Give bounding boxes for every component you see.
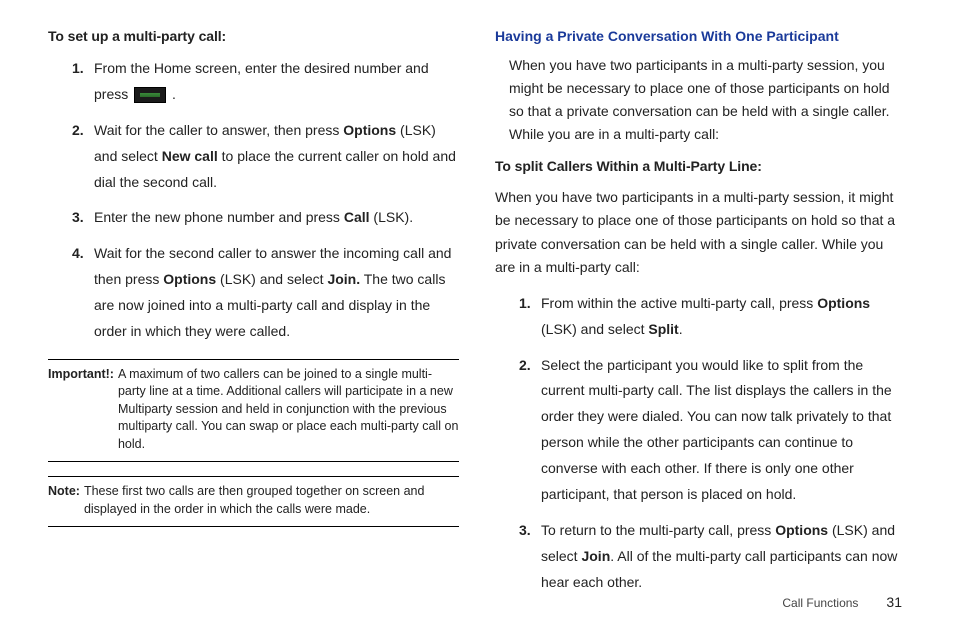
split-step-2: Select the participant you would like to… [519, 353, 906, 508]
join-label-2: Join [581, 548, 610, 564]
split-1-c: (LSK) and select [541, 321, 648, 337]
split-3-a: To return to the multi-party call, press [541, 522, 775, 538]
note-body: These first two calls are then grouped t… [84, 483, 459, 518]
important-rule-top [48, 359, 459, 360]
split-1-a: From within the active multi-party call,… [541, 295, 817, 311]
important-body: A maximum of two callers can be joined t… [118, 366, 459, 454]
call-button-icon [134, 87, 166, 103]
step-2: Wait for the caller to answer, then pres… [72, 118, 459, 196]
setup-steps: From the Home screen, enter the desired … [72, 56, 459, 345]
note-block: Note: These first two calls are then gro… [48, 483, 459, 518]
step-3-text-c: (LSK). [370, 209, 414, 225]
options-label-2: Options [163, 271, 216, 287]
split-step-1: From within the active multi-party call,… [519, 291, 906, 343]
call-label: Call [344, 209, 370, 225]
options-label-3: Options [817, 295, 870, 311]
private-convo-heading: Having a Private Conversation With One P… [495, 28, 906, 44]
new-call-label: New call [162, 148, 218, 164]
options-label: Options [343, 122, 396, 138]
right-column: Having a Private Conversation With One P… [495, 28, 906, 606]
page-footer: Call Functions 31 [782, 594, 902, 610]
step-1-text-b: . [168, 86, 176, 102]
footer-page-number: 31 [886, 594, 902, 610]
important-rule-bottom [48, 461, 459, 462]
important-label: Important!: [48, 366, 118, 454]
note-rule-bottom [48, 526, 459, 527]
split-step-3: To return to the multi-party call, press… [519, 518, 906, 596]
split-label: Split [648, 321, 678, 337]
step-3: Enter the new phone number and press Cal… [72, 205, 459, 231]
footer-section: Call Functions [782, 596, 858, 610]
split-intro: When you have two participants in a mult… [495, 186, 906, 278]
step-4-text-c: (LSK) and select [216, 271, 327, 287]
step-1: From the Home screen, enter the desired … [72, 56, 459, 108]
join-label: Join. [327, 271, 360, 287]
split-steps: From within the active multi-party call,… [519, 291, 906, 596]
step-2-text-a: Wait for the caller to answer, then pres… [94, 122, 343, 138]
split-subheading: To split Callers Within a Multi-Party Li… [495, 158, 906, 174]
note-label: Note: [48, 483, 84, 518]
setup-heading: To set up a multi-party call: [48, 28, 459, 44]
private-convo-intro: When you have two participants in a mult… [509, 54, 906, 146]
note-rule-top [48, 476, 459, 477]
options-label-4: Options [775, 522, 828, 538]
two-column-layout: To set up a multi-party call: From the H… [48, 28, 906, 606]
step-4: Wait for the second caller to answer the… [72, 241, 459, 345]
split-1-e: . [679, 321, 683, 337]
important-note: Important!: A maximum of two callers can… [48, 366, 459, 454]
left-column: To set up a multi-party call: From the H… [48, 28, 459, 606]
step-3-text-a: Enter the new phone number and press [94, 209, 344, 225]
